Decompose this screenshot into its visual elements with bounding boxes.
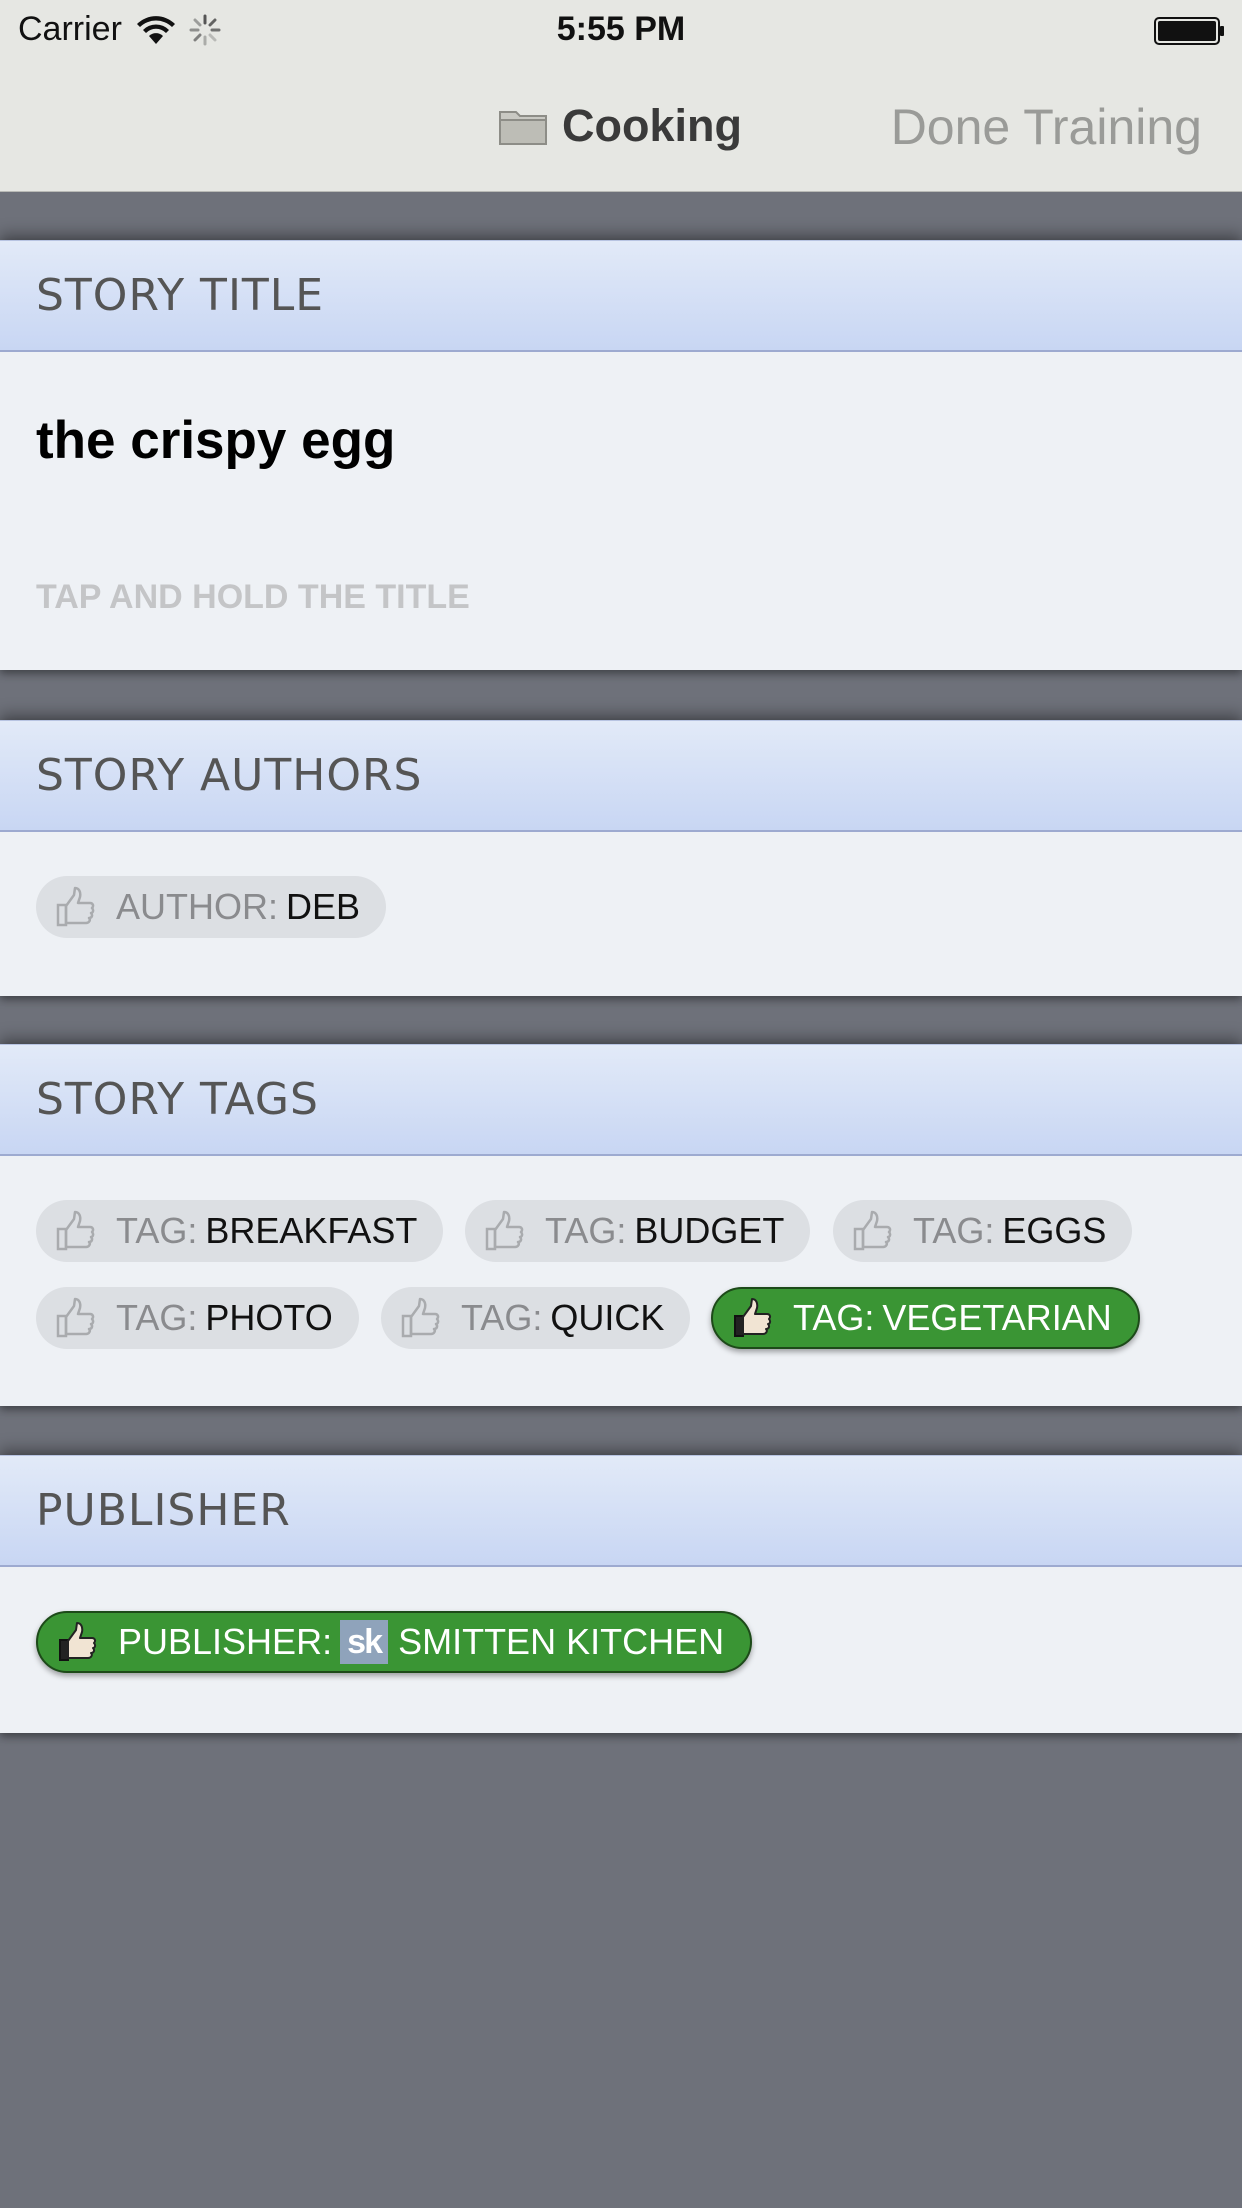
pill-prefix: PUBLISHER: xyxy=(118,1621,333,1662)
battery-icon xyxy=(1154,17,1224,45)
story-title[interactable]: the crispy egg xyxy=(36,410,395,471)
status-bar: Carrier 5:55 PM xyxy=(0,0,1242,62)
pill-value: EGGS xyxy=(1002,1210,1107,1251)
thumbs-up-icon xyxy=(56,886,95,927)
folder-icon xyxy=(499,111,547,145)
thumbs-up-icon xyxy=(853,1210,892,1251)
section-header: STORY TITLE xyxy=(0,240,1242,352)
section-header: STORY AUTHORS xyxy=(0,720,1242,832)
thumbs-up-icon xyxy=(56,1210,95,1251)
story-title-hint: TAP AND HOLD THE TITLE xyxy=(36,578,470,616)
tag-pill-breakfast[interactable]: TAG: BREAKFAST xyxy=(36,1200,444,1262)
story-authors-section: STORY AUTHORS AUTHOR: DEB xyxy=(0,720,1242,996)
thumbs-up-icon xyxy=(59,1622,97,1661)
publisher-pill[interactable]: PUBLISHER: sk SMITTEN KITCHEN xyxy=(36,1611,753,1673)
pill-prefix: TAG: xyxy=(545,1210,627,1251)
pill-value: DEB xyxy=(286,886,361,927)
tag-pill-eggs[interactable]: TAG: EGGS xyxy=(833,1200,1133,1262)
story-title-section: STORY TITLE the crispy egg TAP AND HOLD … xyxy=(0,240,1242,670)
pill-value: QUICK xyxy=(550,1297,665,1338)
pill-prefix: TAG: xyxy=(461,1297,543,1338)
section-header: STORY TAGS xyxy=(0,1044,1242,1156)
story-tags-section: STORY TAGS TAG: BREAKFAST TAG: BUDGET TA… xyxy=(0,1044,1242,1406)
publisher-section: PUBLISHER PUBLISHER: sk SMITTEN KITCHEN xyxy=(0,1455,1242,1733)
tag-pill-budget[interactable]: TAG: BUDGET xyxy=(465,1200,811,1262)
status-time: 5:55 PM xyxy=(556,10,686,48)
nav-title: Cooking xyxy=(562,100,742,151)
thumbs-up-icon xyxy=(734,1298,772,1337)
pill-value: BREAKFAST xyxy=(205,1210,418,1251)
tag-pill-vegetarian[interactable]: TAG: VEGETARIAN xyxy=(711,1287,1140,1349)
section-body: TAG: BREAKFAST TAG: BUDGET TAG: EGGS TAG… xyxy=(0,1156,1242,1406)
section-header: PUBLISHER xyxy=(0,1455,1242,1567)
pill-value: SMITTEN KITCHEN xyxy=(398,1621,725,1662)
tag-pill-photo[interactable]: TAG: PHOTO xyxy=(36,1287,359,1349)
pill-value: PHOTO xyxy=(205,1297,333,1338)
pill-value: VEGETARIAN xyxy=(882,1297,1112,1338)
publisher-logo-icon: sk xyxy=(340,1620,389,1664)
pill-prefix: AUTHOR: xyxy=(116,886,278,927)
section-body: PUBLISHER: sk SMITTEN KITCHEN xyxy=(0,1567,1242,1733)
author-pill[interactable]: AUTHOR: DEB xyxy=(36,876,387,938)
section-body: AUTHOR: DEB xyxy=(0,832,1242,996)
thumbs-up-icon xyxy=(56,1297,95,1338)
nav-bar: Cooking Done Training xyxy=(0,62,1242,192)
section-body: the crispy egg TAP AND HOLD THE TITLE xyxy=(0,352,1242,670)
thumbs-up-icon xyxy=(401,1297,440,1338)
done-training-button[interactable]: Done Training xyxy=(891,98,1202,156)
pill-value: BUDGET xyxy=(634,1210,785,1251)
pill-prefix: TAG: xyxy=(116,1297,198,1338)
pill-prefix: TAG: xyxy=(116,1210,198,1251)
pill-prefix: TAG: xyxy=(793,1297,875,1338)
folder-title[interactable]: Cooking xyxy=(498,100,742,152)
tag-pill-quick[interactable]: TAG: QUICK xyxy=(381,1287,691,1349)
pill-prefix: TAG: xyxy=(913,1210,995,1251)
thumbs-up-icon xyxy=(485,1210,524,1251)
